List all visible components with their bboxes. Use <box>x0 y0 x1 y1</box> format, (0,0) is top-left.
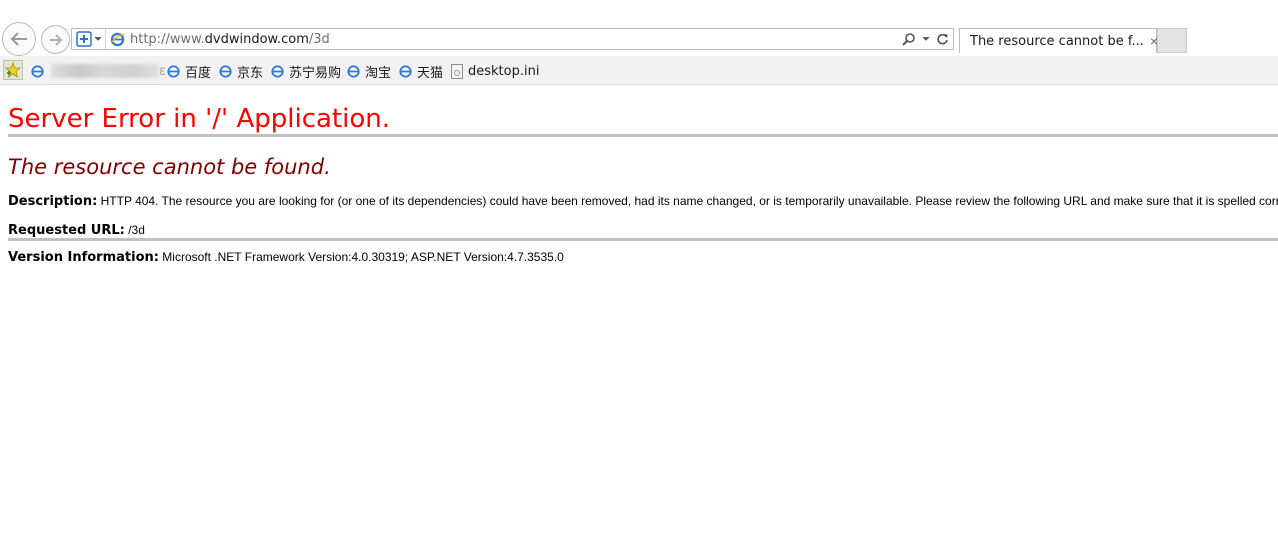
favorites-star-icon[interactable] <box>3 60 23 80</box>
chevron-down-icon <box>94 36 102 41</box>
favorite-item-desktop-ini[interactable]: desktop.ini <box>451 62 539 80</box>
tab-title: The resource cannot be f... <box>970 33 1144 49</box>
description-label: Description: <box>8 194 98 209</box>
favorite-ie-icon <box>399 64 412 78</box>
shield-plus-icon <box>76 31 92 47</box>
star-plus-icon <box>5 62 21 78</box>
favorite-ie-icon <box>271 64 284 78</box>
blurred-favorite-tail: ε <box>159 63 167 79</box>
address-prefix: http://www. <box>130 32 205 47</box>
back-button[interactable] <box>2 22 36 56</box>
error-subtitle: The resource cannot be found. <box>8 155 331 179</box>
favorite-item-taobao[interactable]: 淘宝 <box>346 62 392 81</box>
address-tools <box>902 31 949 47</box>
back-arrow-icon <box>10 32 27 46</box>
address-bar[interactable]: http://www.dvdwindow.com/3d <box>71 28 954 50</box>
favorites-bar: ε 百度 京东 苏宁易购 淘宝 天猫 desktop.ini <box>0 56 1278 85</box>
requested-url-line: Requested URL: /3d <box>8 223 1278 238</box>
blurred-favorite-label <box>51 64 159 78</box>
error-page: Server Error in '/' Application. The res… <box>8 86 1278 265</box>
version-line: Version Information: Microsoft .NET Fram… <box>8 250 1278 265</box>
address-text[interactable]: http://www.dvdwindow.com/3d <box>130 32 330 47</box>
divider <box>8 238 1278 241</box>
search-icon[interactable] <box>902 32 916 46</box>
favorite-ie-icon <box>347 64 360 78</box>
favorite-item-baidu[interactable]: 百度 <box>166 62 212 81</box>
search-dropdown-icon[interactable] <box>922 36 930 42</box>
favorite-item-tmall[interactable]: 天猫 <box>398 62 444 81</box>
description-line: Description: HTTP 404. The resource you … <box>8 194 1278 209</box>
browser-toolbar: http://www.dvdwindow.com/3d The resource… <box>0 0 1278 56</box>
address-path: /3d <box>308 32 330 47</box>
favorite-label: 淘宝 <box>365 65 392 81</box>
version-value: Microsoft .NET Framework Version:4.0.303… <box>162 250 564 264</box>
favorite-label: 苏宁易购 <box>289 65 342 81</box>
forward-arrow-icon <box>49 33 62 46</box>
favorite-ie-icon <box>167 64 180 78</box>
favorite-ie-icon <box>219 64 232 78</box>
file-icon <box>451 63 463 79</box>
favorite-label: 天猫 <box>417 65 444 81</box>
favorite-label: 京东 <box>237 65 264 81</box>
favorite-label: desktop.ini <box>468 63 540 79</box>
favorite-item-jd[interactable]: 京东 <box>218 62 264 81</box>
favorite-item-blurred[interactable]: ε <box>30 62 166 80</box>
page-title: Server Error in '/' Application. <box>8 104 390 134</box>
requested-url-label: Requested URL: <box>8 223 125 238</box>
forward-button[interactable] <box>41 25 70 54</box>
requested-url-value: /3d <box>128 223 145 237</box>
refresh-icon[interactable] <box>936 33 949 46</box>
ie-page-icon <box>110 32 125 47</box>
divider <box>8 134 1278 137</box>
favorite-item-suning[interactable]: 苏宁易购 <box>270 62 342 81</box>
new-tab-button[interactable] <box>1157 28 1187 53</box>
description-text: HTTP 404. The resource you are looking f… <box>100 194 1278 208</box>
tab-active[interactable]: The resource cannot be f... × <box>959 28 1158 53</box>
address-host: dvdwindow.com <box>204 32 309 47</box>
favorite-ie-icon <box>31 64 44 78</box>
version-label: Version Information: <box>8 250 159 265</box>
compatibility-view-button[interactable] <box>72 29 106 49</box>
favorite-label: 百度 <box>185 65 212 81</box>
